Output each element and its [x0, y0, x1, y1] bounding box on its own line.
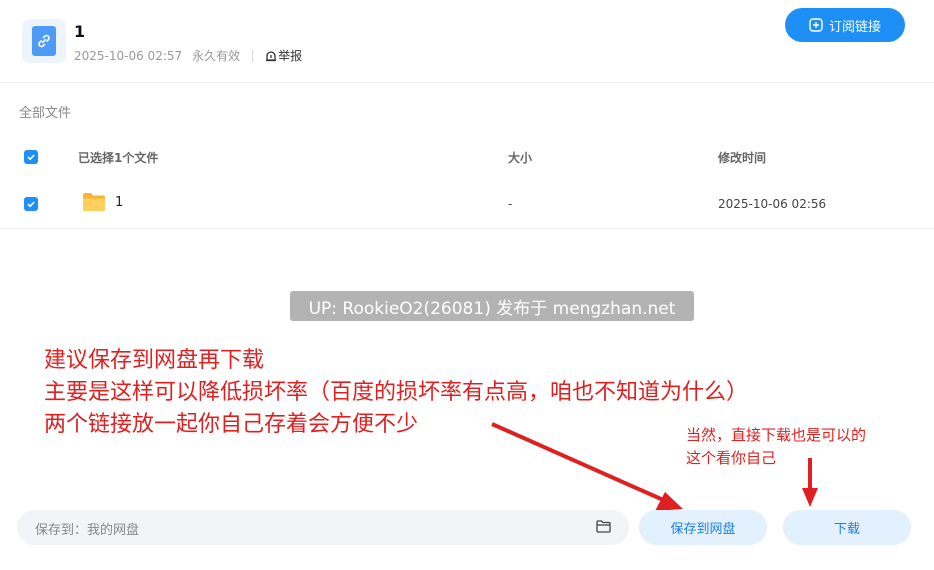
folder-outline-icon[interactable]	[596, 520, 611, 533]
arrow-head-save	[655, 492, 683, 511]
save-path-field[interactable]: 保存到：我的网盘	[17, 510, 629, 545]
annotation-arrows	[491, 422, 818, 511]
save-path-text: 保存到：我的网盘	[35, 523, 140, 538]
download-button[interactable]: 下载	[783, 510, 911, 545]
arrow-to-save	[491, 422, 671, 505]
arrow-head-download	[802, 488, 818, 507]
save-to-drive-button[interactable]: 保存到网盘	[639, 510, 767, 545]
